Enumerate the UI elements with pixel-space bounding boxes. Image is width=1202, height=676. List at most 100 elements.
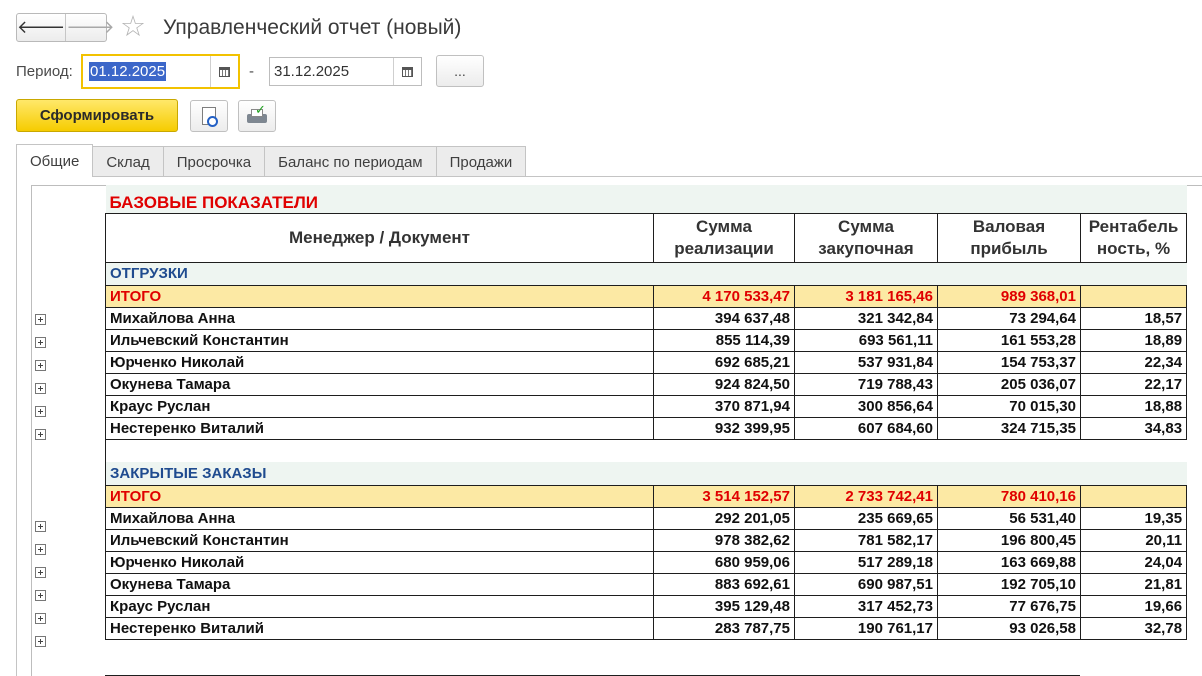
period-select-button[interactable]: ... [436, 55, 484, 87]
document-search-icon [202, 107, 218, 127]
period-end-calendar-button[interactable] [393, 58, 421, 85]
tab-panel-left-border [16, 176, 17, 676]
manager-name: Нестеренко Виталий [105, 616, 654, 640]
column-header-purchase-text: Сумма закупочная [818, 216, 914, 258]
tab-warehouse[interactable]: Склад [92, 146, 164, 177]
navigation-buttons: 🡐 🡒 [16, 13, 115, 42]
purchase-value: 317 452,73 [794, 594, 938, 618]
expand-plus-icon[interactable] [35, 590, 46, 601]
column-header-margin: Рентабельность, % [1079, 212, 1188, 263]
purchase-value: 190 761,17 [794, 616, 938, 640]
table-row[interactable]: Юрченко Николай 692 685,21 537 931,84 15… [105, 350, 1188, 374]
table-row[interactable]: Михайлова Анна 292 201,05 235 669,65 56 … [105, 506, 1188, 530]
expand-plus-icon[interactable] [35, 429, 46, 440]
total-profit: 780 410,16 [937, 484, 1081, 508]
table-row[interactable]: Окунева Тамара 883 692,61 690 987,51 192… [105, 572, 1188, 596]
profit-value: 70 015,30 [937, 394, 1081, 418]
expand-plus-icon[interactable] [35, 314, 46, 325]
sales-value: 924 824,50 [653, 372, 795, 396]
total-purchase: 3 181 165,46 [794, 284, 938, 308]
expand-plus-icon[interactable] [35, 337, 46, 348]
favorite-star-icon[interactable]: ☆ [120, 12, 146, 42]
period-start-field[interactable]: 01.12.2025 [81, 54, 240, 89]
section-row: ЗАКРЫТЫЕ ЗАКАЗЫ [104, 462, 1187, 485]
margin-value: 18,89 [1079, 328, 1188, 352]
tab-overdue[interactable]: Просрочка [162, 146, 266, 177]
column-header-sales: Сумма реализации [653, 212, 795, 263]
period-end-field[interactable]: 31.12.2025 [269, 57, 422, 86]
spacer-cell [104, 439, 1187, 462]
tab-sales[interactable]: Продажи [435, 146, 527, 177]
sales-value: 932 399,95 [653, 416, 795, 440]
total-margin [1079, 484, 1188, 508]
expand-plus-icon[interactable] [35, 636, 46, 647]
total-purchase: 2 733 742,41 [794, 484, 938, 508]
print-settings-button[interactable]: ✓ [238, 100, 276, 132]
expand-plus-icon[interactable] [35, 613, 46, 624]
sales-value: 395 129,48 [653, 594, 795, 618]
table-row[interactable]: Нестеренко Виталий 283 787,75 190 761,17… [105, 616, 1188, 640]
manager-name: Нестеренко Виталий [105, 416, 654, 440]
generate-button[interactable]: Сформировать [16, 99, 178, 132]
back-arrow-icon[interactable]: 🡐 [17, 14, 67, 41]
margin-value: 20,11 [1079, 528, 1188, 552]
purchase-value: 690 987,51 [794, 572, 938, 596]
preview-button[interactable] [190, 100, 228, 132]
column-header-profit-text: Валовая прибыль [970, 216, 1048, 258]
profit-value: 205 036,07 [937, 372, 1081, 396]
sales-value: 283 787,75 [653, 616, 795, 640]
profit-value: 154 753,37 [937, 350, 1081, 374]
table-row[interactable]: Юрченко Николай 680 959,06 517 289,18 16… [105, 550, 1188, 574]
profit-value: 324 715,35 [937, 416, 1081, 440]
manager-name: Михайлова Анна [105, 306, 654, 330]
margin-value: 24,04 [1079, 550, 1188, 574]
margin-value: 18,57 [1079, 306, 1188, 330]
profit-value: 196 800,45 [937, 528, 1081, 552]
manager-name: Ильчевский Константин [105, 328, 654, 352]
purchase-value: 781 582,17 [794, 528, 938, 552]
table-row[interactable]: Ильчевский Константин 855 114,39 693 561… [105, 328, 1188, 352]
table-row[interactable]: Ильчевский Константин 978 382,62 781 582… [105, 528, 1188, 552]
purchase-value: 607 684,60 [794, 416, 938, 440]
calendar-icon [402, 66, 414, 77]
expand-plus-icon[interactable] [35, 567, 46, 578]
period-start-value[interactable]: 01.12.2025 [89, 62, 167, 81]
table-row[interactable]: Окунева Тамара 924 824,50 719 788,43 205… [105, 372, 1188, 396]
purchase-value: 235 669,65 [794, 506, 938, 530]
purchase-value: 693 561,11 [794, 328, 938, 352]
tab-bar: Общие Склад Просрочка Баланс по периодам… [16, 144, 527, 177]
margin-value: 21,81 [1079, 572, 1188, 596]
sales-value: 370 871,94 [653, 394, 795, 418]
expand-plus-icon[interactable] [35, 406, 46, 417]
period-separator: - [249, 63, 254, 80]
table-row[interactable]: Михайлова Анна 394 637,48 321 342,84 73 … [105, 306, 1188, 330]
expand-plus-icon[interactable] [35, 544, 46, 555]
expand-plus-icon[interactable] [35, 360, 46, 371]
sales-value: 394 637,48 [653, 306, 795, 330]
table-row[interactable]: Краус Руслан 395 129,48 317 452,73 77 67… [105, 594, 1188, 618]
report-table: БАЗОВЫЕ ПОКАЗАТЕЛИ Менеджер / Документ С… [104, 185, 1188, 640]
margin-value: 18,88 [1079, 394, 1188, 418]
expand-plus-icon[interactable] [35, 521, 46, 532]
sales-value: 883 692,61 [653, 572, 795, 596]
period-start-calendar-button[interactable] [210, 56, 238, 87]
expand-plus-icon[interactable] [35, 383, 46, 394]
section-title-shipments: ОТГРУЗКИ [104, 262, 1187, 285]
table-header: Менеджер / Документ Сумма реализации Сум… [105, 212, 1188, 263]
table-row[interactable]: Краус Руслан 370 871,94 300 856,64 70 01… [105, 394, 1188, 418]
profit-value: 93 026,58 [937, 616, 1081, 640]
margin-value: 19,35 [1079, 506, 1188, 530]
forward-arrow-icon[interactable]: 🡒 [66, 14, 114, 41]
sales-value: 680 959,06 [653, 550, 795, 574]
column-header-margin-text: Рентабельность, % [1088, 216, 1179, 258]
period-end-value[interactable]: 31.12.2025 [270, 58, 393, 85]
margin-value: 22,17 [1079, 372, 1188, 396]
table-row[interactable]: Нестеренко Виталий 932 399,95 607 684,60… [105, 416, 1188, 440]
profit-value: 161 553,28 [937, 328, 1081, 352]
section-title-closed-orders: ЗАКРЫТЫЕ ЗАКАЗЫ [104, 462, 1187, 485]
sales-value: 292 201,05 [653, 506, 795, 530]
tab-balance-by-periods[interactable]: Баланс по периодам [264, 146, 437, 177]
purchase-value: 321 342,84 [794, 306, 938, 330]
tab-general[interactable]: Общие [16, 144, 94, 177]
manager-name: Краус Руслан [105, 594, 654, 618]
